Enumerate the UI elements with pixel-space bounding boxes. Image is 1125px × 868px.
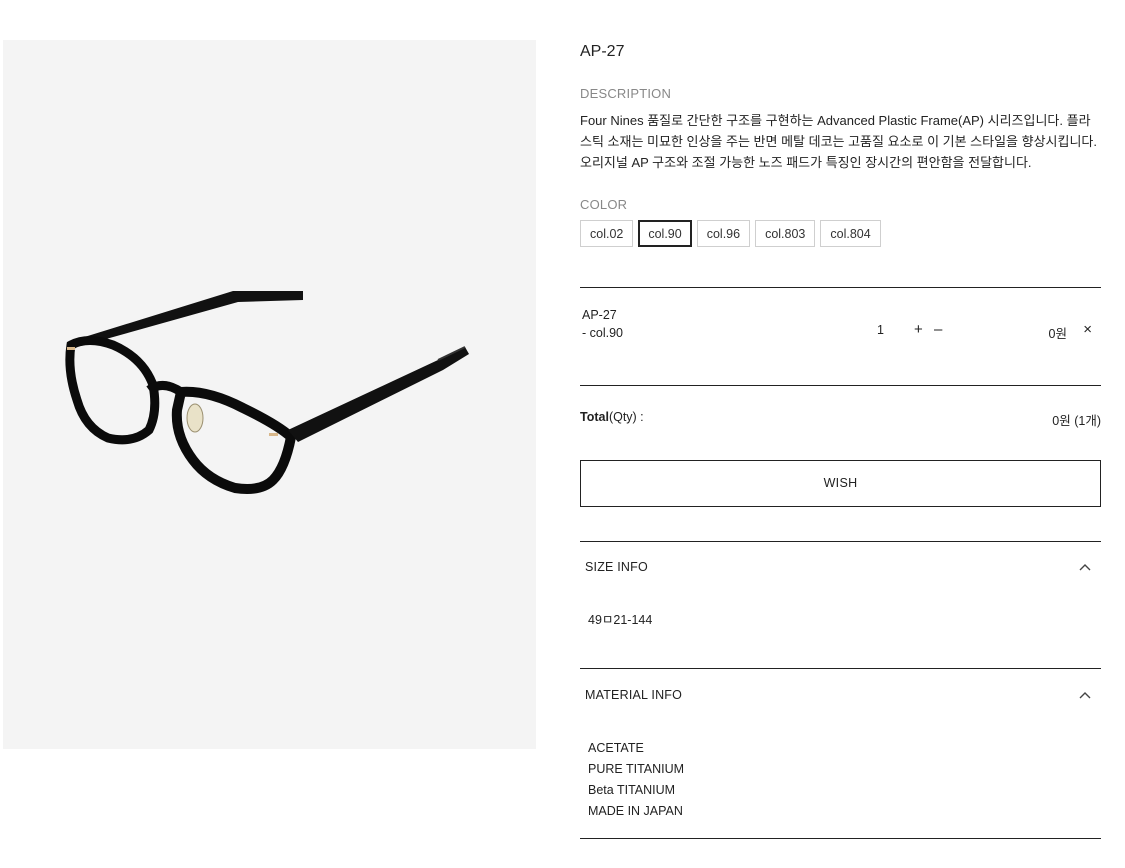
eyeglasses-icon xyxy=(65,291,469,494)
total-label-bold: Total xyxy=(580,410,609,424)
material-item: PURE TITANIUM xyxy=(588,762,685,776)
divider xyxy=(580,287,1101,288)
color-option-col-803[interactable]: col.803 xyxy=(755,220,816,247)
chevron-up-icon xyxy=(1079,692,1091,699)
size-info-toggle[interactable]: SIZE INFO xyxy=(580,554,1101,584)
wish-button[interactable]: WISH xyxy=(580,460,1101,507)
color-label: COLOR xyxy=(580,197,628,212)
quantity-value: 1 xyxy=(877,323,884,337)
divider xyxy=(580,385,1101,386)
color-options: col.02 col.90 col.96 col.803 col.804 xyxy=(580,220,881,247)
material-info-list: ACETATE PURE TITANIUM Beta TITANIUM MADE… xyxy=(588,738,684,822)
remove-option-icon[interactable]: × xyxy=(1083,321,1092,338)
color-option-col-804[interactable]: col.804 xyxy=(820,220,881,247)
size-info-value: 49ㅁ21-144 xyxy=(588,613,653,627)
divider xyxy=(580,838,1101,839)
selected-option-name: AP-27 xyxy=(582,308,617,322)
selected-option: AP-27 - col.90 xyxy=(582,306,623,342)
product-title: AP-27 xyxy=(580,43,625,60)
size-info-title: SIZE INFO xyxy=(585,560,648,574)
quantity-decrease-button[interactable]: – xyxy=(934,321,942,338)
chevron-up-icon xyxy=(1079,564,1091,571)
total-label: Total(Qty) : xyxy=(580,410,644,424)
total-value: 0원 (1개) xyxy=(1052,414,1101,428)
description-label: DESCRIPTION xyxy=(580,86,672,101)
divider xyxy=(580,668,1101,669)
material-item: ACETATE xyxy=(588,741,644,755)
material-info-title: MATERIAL INFO xyxy=(585,688,683,702)
divider xyxy=(580,541,1101,542)
color-option-col-02[interactable]: col.02 xyxy=(580,220,634,247)
color-option-col-96[interactable]: col.96 xyxy=(696,220,751,247)
quantity-increase-button[interactable]: + xyxy=(914,321,923,338)
material-info-toggle[interactable]: MATERIAL INFO xyxy=(580,682,1101,712)
color-option-col-90[interactable]: col.90 xyxy=(638,220,692,247)
selected-option-variant: - col.90 xyxy=(582,326,623,340)
total-label-qty: (Qty) : xyxy=(608,410,644,424)
product-description: Four Nines 품질로 간단한 구조를 구현하는 Advanced Pla… xyxy=(580,113,1098,170)
material-item: Beta TITANIUM xyxy=(588,783,676,797)
material-item: MADE IN JAPAN xyxy=(588,804,683,818)
option-price: 0원 xyxy=(1048,327,1067,341)
product-image xyxy=(3,40,536,749)
